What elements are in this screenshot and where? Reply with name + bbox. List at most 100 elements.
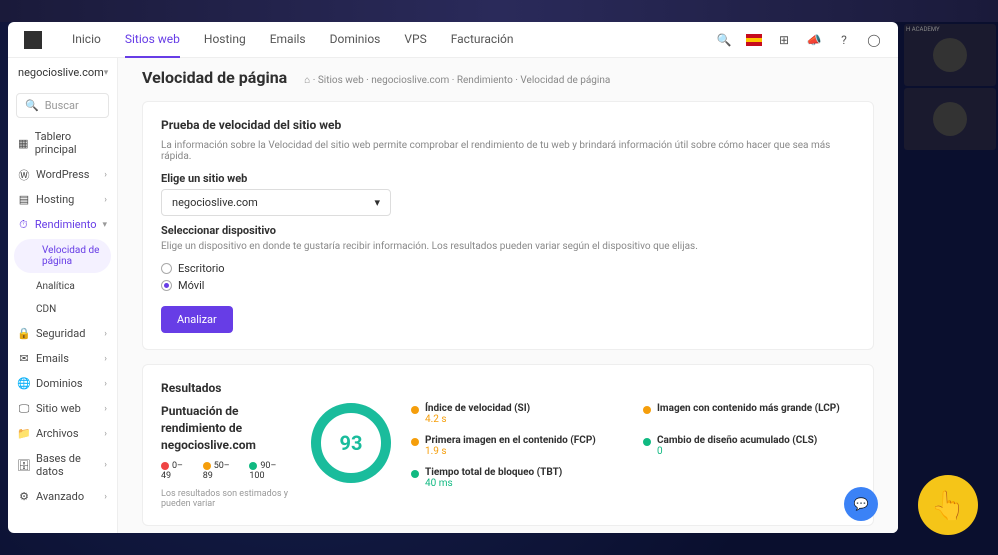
chevron-right-icon: ›	[104, 195, 107, 205]
sidebar-item-tablero[interactable]: ▦Tablero principal	[8, 124, 117, 162]
chevron-right-icon: ›	[104, 170, 107, 180]
globe-icon: 🌐	[18, 378, 30, 390]
sidebar-item-dominios[interactable]: 🌐Dominios›	[8, 371, 117, 396]
brand-logo[interactable]	[24, 31, 42, 49]
main-content: Velocidad de página ⌂ · Sitios web · neg…	[118, 58, 898, 533]
metrics-grid: Índice de velocidad (SI)4.2 s Imagen con…	[411, 403, 855, 489]
site-select-value: negocioslive.com	[172, 196, 258, 209]
nav-emails[interactable]: Emails	[270, 22, 306, 58]
database-icon: 🗄	[18, 459, 30, 471]
metric-si: Índice de velocidad (SI)4.2 s	[411, 403, 623, 425]
crumb-current: Velocidad de página	[520, 75, 610, 86]
score-legend: 0–49 50–89 90–100	[161, 461, 291, 481]
metric-cls: Cambio de diseño acumulado (CLS)0	[643, 435, 855, 457]
site-selector-label: negocioslive.com	[18, 66, 104, 79]
search-icon: 🔍	[25, 99, 39, 112]
site-selector[interactable]: negocioslive.com ▾	[8, 58, 117, 87]
chevron-down-icon: ▾	[374, 196, 380, 209]
sidebar: negocioslive.com ▾ 🔍 Buscar ▦Tablero pri…	[8, 58, 118, 533]
chevron-right-icon: ›	[104, 404, 107, 414]
search-icon[interactable]: 🔍	[716, 32, 732, 48]
test-help-text: La información sobre la Velocidad del si…	[161, 140, 855, 162]
device-help: Elige un dispositivo en donde te gustarí…	[161, 241, 855, 252]
dot-icon	[411, 406, 419, 414]
nav-hosting[interactable]: Hosting	[204, 22, 246, 58]
results-heading: Resultados	[161, 381, 855, 395]
grid-icon: ▦	[18, 137, 29, 149]
app-window: Inicio Sitios web Hosting Emails Dominio…	[8, 22, 898, 533]
metric-fcp: Primera imagen en el contenido (FCP)1.9 …	[411, 435, 623, 457]
account-icon[interactable]: ◯	[866, 32, 882, 48]
webcam-2	[904, 88, 996, 150]
radio-escritorio[interactable]: Escritorio	[161, 262, 855, 275]
sidebar-item-sitio-web[interactable]: 🖵Sitio web›	[8, 396, 117, 421]
lock-icon: 🔒	[18, 328, 30, 340]
webcam-1: H ACADEMY	[904, 24, 996, 86]
language-flag[interactable]	[746, 32, 762, 48]
dot-icon	[411, 470, 419, 478]
chevron-down-icon: ▾	[102, 220, 107, 230]
dot-icon	[643, 406, 651, 414]
chevron-right-icon: ›	[104, 429, 107, 439]
score-note: Los resultados son estimados y pueden va…	[161, 489, 291, 509]
crumb-rendimiento[interactable]: Rendimiento	[457, 75, 513, 86]
score-title: Puntuación de rendimiento de negociosliv…	[161, 403, 291, 453]
radio-movil[interactable]: Móvil	[161, 279, 855, 292]
performance-icon: ⏱	[18, 219, 29, 231]
crumb-site[interactable]: negocioslive.com	[371, 75, 449, 86]
dot-icon	[643, 438, 651, 446]
metric-lcp: Imagen con contenido más grande (LCP)	[643, 403, 855, 425]
home-icon[interactable]: ⌂	[304, 75, 310, 86]
breadcrumb: ⌂ · Sitios web · negocioslive.com · Rend…	[304, 75, 610, 86]
gear-icon: ⚙	[18, 491, 30, 503]
chevron-right-icon: ›	[104, 460, 107, 470]
chevron-down-icon: ▾	[104, 68, 109, 78]
monitor-icon: 🖵	[18, 403, 30, 415]
notifications-icon[interactable]: 📣	[806, 32, 822, 48]
sidebar-item-seguridad[interactable]: 🔒Seguridad›	[8, 321, 117, 346]
chevron-right-icon: ›	[104, 354, 107, 364]
site-select-label: Elige un sitio web	[161, 172, 855, 185]
mail-icon: ✉	[18, 353, 30, 365]
sidebar-item-analitica[interactable]: Analítica	[8, 275, 117, 298]
nav-vps[interactable]: VPS	[404, 22, 426, 58]
results-card: Resultados Puntuación de rendimiento de …	[142, 364, 874, 526]
nav-facturacion[interactable]: Facturación	[451, 22, 514, 58]
site-select[interactable]: negocioslive.com ▾	[161, 189, 391, 216]
score-gauge: 93	[311, 403, 391, 483]
sidebar-item-velocidad[interactable]: Velocidad de página	[14, 239, 111, 273]
crumb-sitios[interactable]: Sitios web	[318, 75, 364, 86]
hosting-icon: ▤	[18, 194, 30, 206]
metric-tbt: Tiempo total de bloqueo (TBT)40 ms	[411, 467, 623, 489]
help-icon[interactable]: ?	[836, 32, 852, 48]
analyze-button[interactable]: Analizar	[161, 306, 233, 333]
sidebar-item-avanzado[interactable]: ⚙Avanzado›	[8, 484, 117, 509]
nav-sitios-web[interactable]: Sitios web	[125, 22, 180, 58]
nav-dominios[interactable]: Dominios	[330, 22, 381, 58]
nav-inicio[interactable]: Inicio	[72, 22, 101, 58]
wordpress-icon: Ⓦ	[18, 169, 30, 181]
chevron-right-icon: ›	[104, 379, 107, 389]
sidebar-search[interactable]: 🔍 Buscar	[16, 93, 109, 118]
header: Inicio Sitios web Hosting Emails Dominio…	[8, 22, 898, 58]
page-title: Velocidad de página	[142, 68, 287, 87]
webcam-overlay: H ACADEMY	[904, 24, 996, 150]
sidebar-item-emails[interactable]: ✉Emails›	[8, 346, 117, 371]
sidebar-item-rendimiento[interactable]: ⏱Rendimiento▾	[8, 212, 117, 237]
main-nav: Inicio Sitios web Hosting Emails Dominio…	[72, 22, 716, 58]
sidebar-item-archivos[interactable]: 📁Archivos›	[8, 421, 117, 446]
folder-icon: 📁	[18, 428, 30, 440]
speed-test-card: Prueba de velocidad del sitio web La inf…	[142, 101, 874, 350]
chevron-right-icon: ›	[104, 492, 107, 502]
dot-icon	[411, 438, 419, 446]
sidebar-item-cdn[interactable]: CDN	[8, 298, 117, 321]
sidebar-item-bases-datos[interactable]: 🗄Bases de datos›	[8, 446, 117, 484]
pointer-fab[interactable]: 👆	[918, 475, 978, 535]
search-placeholder: Buscar	[45, 99, 79, 112]
chat-fab[interactable]: 💬	[844, 487, 878, 521]
device-label: Seleccionar dispositivo	[161, 224, 855, 237]
sidebar-item-hosting[interactable]: ▤Hosting›	[8, 187, 117, 212]
test-heading: Prueba de velocidad del sitio web	[161, 118, 855, 132]
store-icon[interactable]: ⊞	[776, 32, 792, 48]
sidebar-item-wordpress[interactable]: ⓌWordPress›	[8, 162, 117, 187]
